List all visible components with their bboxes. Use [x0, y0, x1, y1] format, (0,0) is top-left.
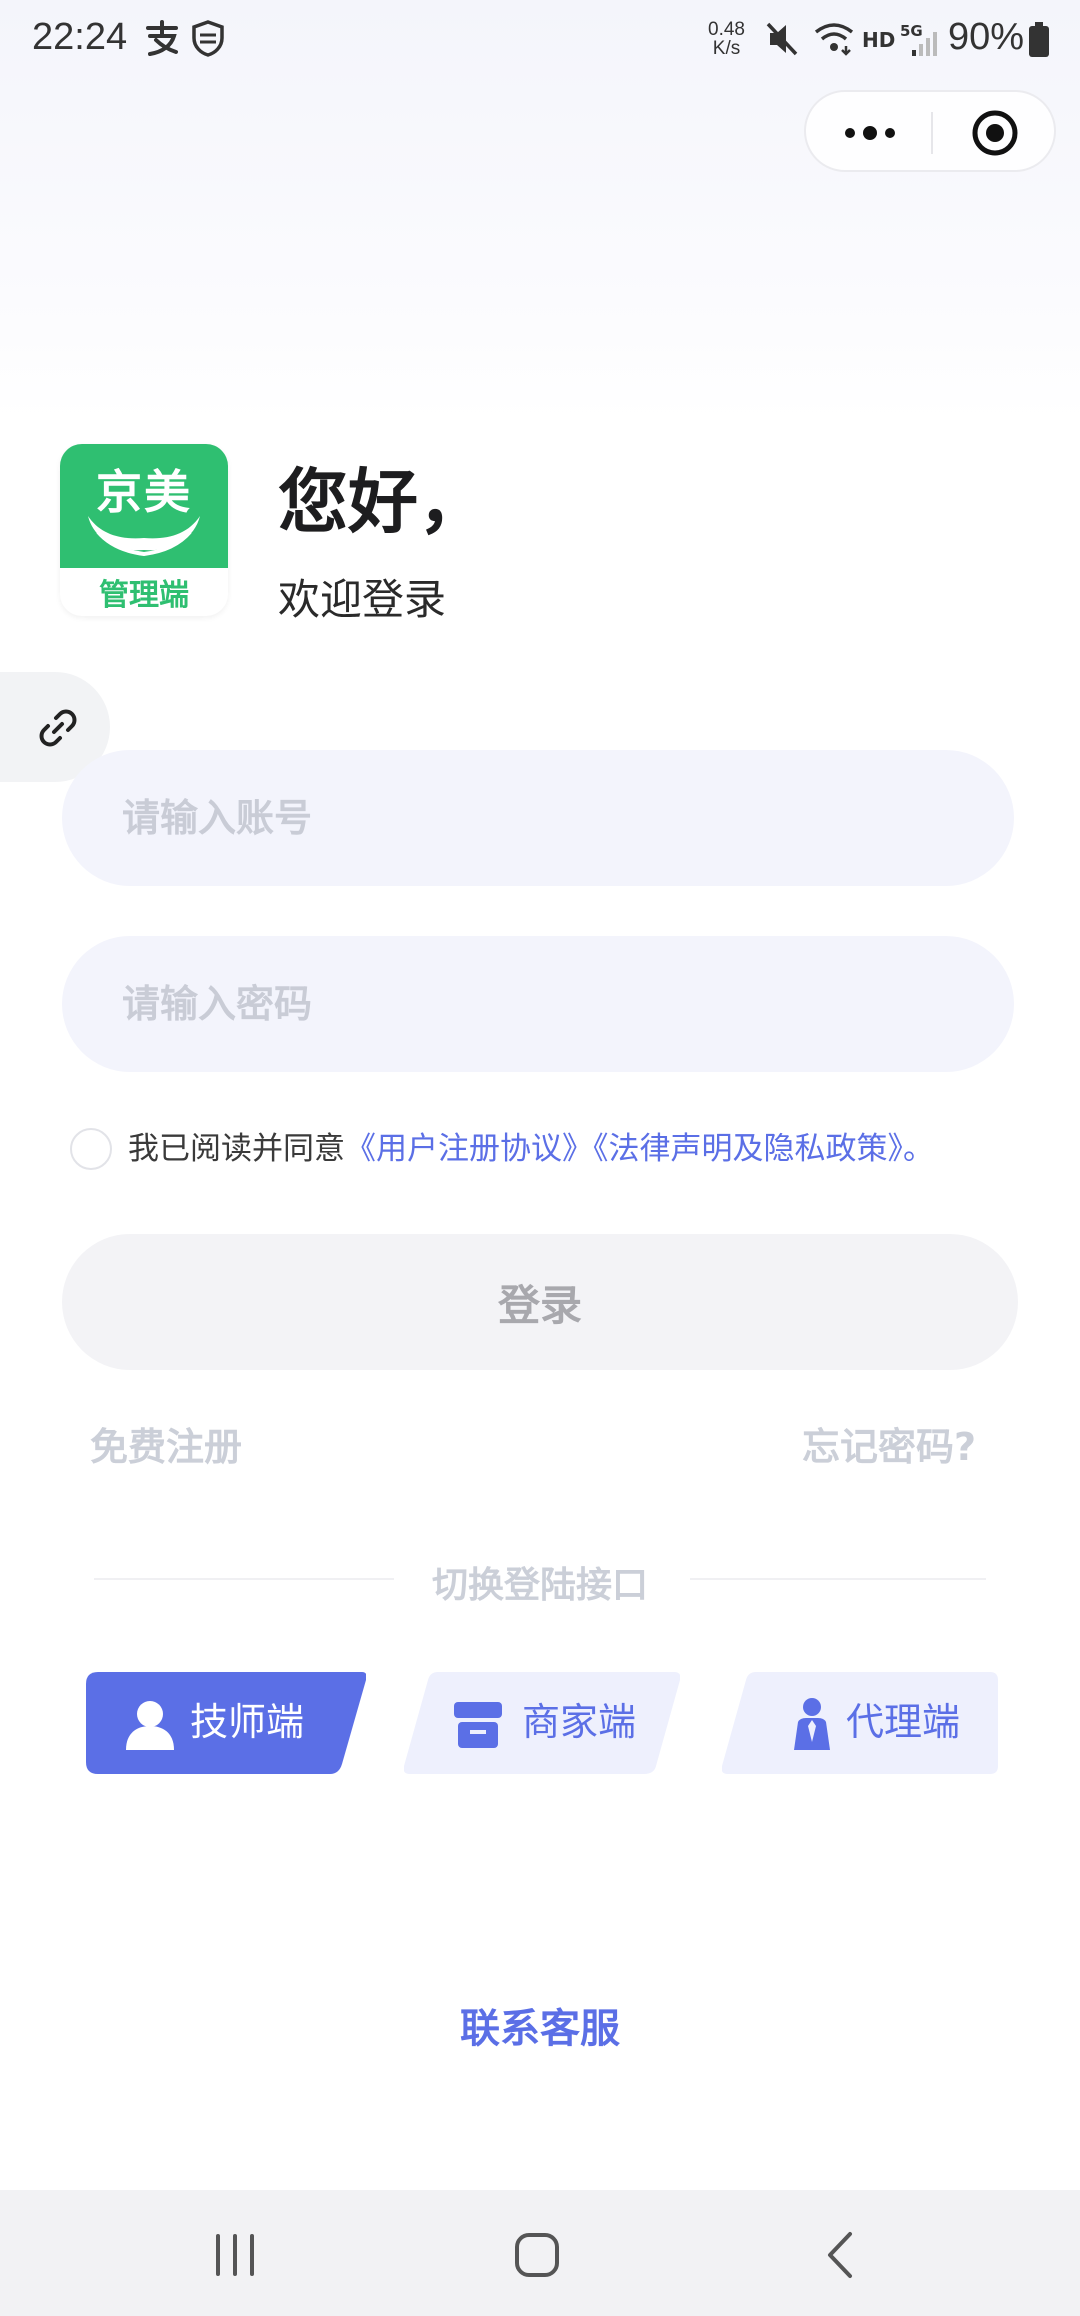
tab-technician-label: 技师端	[190, 1700, 305, 1744]
agent-icon	[794, 1698, 830, 1750]
mini-program-capsule	[804, 90, 1056, 172]
agreement-suffix: 。	[903, 1131, 934, 1167]
status-bar: 22:24 0.48 K/s HD 5G 90%	[0, 0, 1080, 80]
greeting-title: 您好，	[278, 461, 488, 543]
user-agreement-link[interactable]: 《用户注册协议》	[345, 1131, 593, 1167]
system-navigation-bar	[0, 2190, 1080, 2316]
agreement-checkbox[interactable]	[70, 1128, 112, 1170]
password-input[interactable]	[62, 936, 1014, 1072]
tab-merchant[interactable]: 商家端	[404, 1672, 680, 1774]
close-mini-program-icon[interactable]	[970, 108, 1020, 158]
store-icon	[454, 1702, 502, 1748]
back-icon[interactable]	[806, 2220, 876, 2290]
app-logo: 京美 管理端	[60, 444, 228, 616]
register-link[interactable]: 免费注册	[90, 1416, 242, 1471]
alipay-icon	[142, 18, 182, 67]
tab-agent[interactable]: 代理端	[722, 1672, 998, 1774]
logo-subtitle: 管理端	[99, 578, 189, 613]
hands-icon	[88, 516, 200, 557]
network-speed: 0.48 K/s	[708, 19, 745, 59]
agreement-text: 我已阅读并同意《用户注册协议》《法律声明及隐私政策》。	[128, 1128, 934, 1170]
capsule-divider	[931, 112, 933, 154]
signal-icon	[910, 30, 938, 62]
battery-icon	[1028, 22, 1050, 62]
shield-icon	[190, 18, 226, 67]
tab-agent-label: 代理端	[846, 1700, 961, 1744]
switch-login-title: 切换登陆接口	[431, 1565, 648, 1606]
forgot-password-link[interactable]: 忘记密码?	[802, 1416, 976, 1471]
recent-apps-icon[interactable]	[200, 2220, 270, 2290]
battery-percentage: 90%	[948, 16, 1025, 58]
tab-technician[interactable]: 技师端	[86, 1672, 366, 1774]
link-icon	[39, 709, 77, 747]
account-input[interactable]	[62, 750, 1014, 886]
privacy-policy-link[interactable]: 《法律声明及隐私政策》	[593, 1131, 903, 1167]
technician-icon	[126, 1701, 174, 1750]
contact-support-link[interactable]: 联系客服	[0, 1996, 1080, 2054]
mute-icon	[764, 20, 800, 62]
divider-line-right	[690, 1578, 986, 1580]
agreement-prefix: 我已阅读并同意	[128, 1131, 345, 1167]
more-icon[interactable]	[842, 118, 898, 148]
welcome-text: 欢迎登录	[278, 575, 447, 624]
login-button[interactable]: 登录	[62, 1234, 1018, 1370]
hd-label: HD	[862, 28, 896, 52]
wifi-icon	[812, 20, 856, 62]
tab-merchant-label: 商家端	[522, 1700, 637, 1744]
home-icon[interactable]	[502, 2220, 572, 2290]
status-time: 22:24	[32, 16, 128, 58]
